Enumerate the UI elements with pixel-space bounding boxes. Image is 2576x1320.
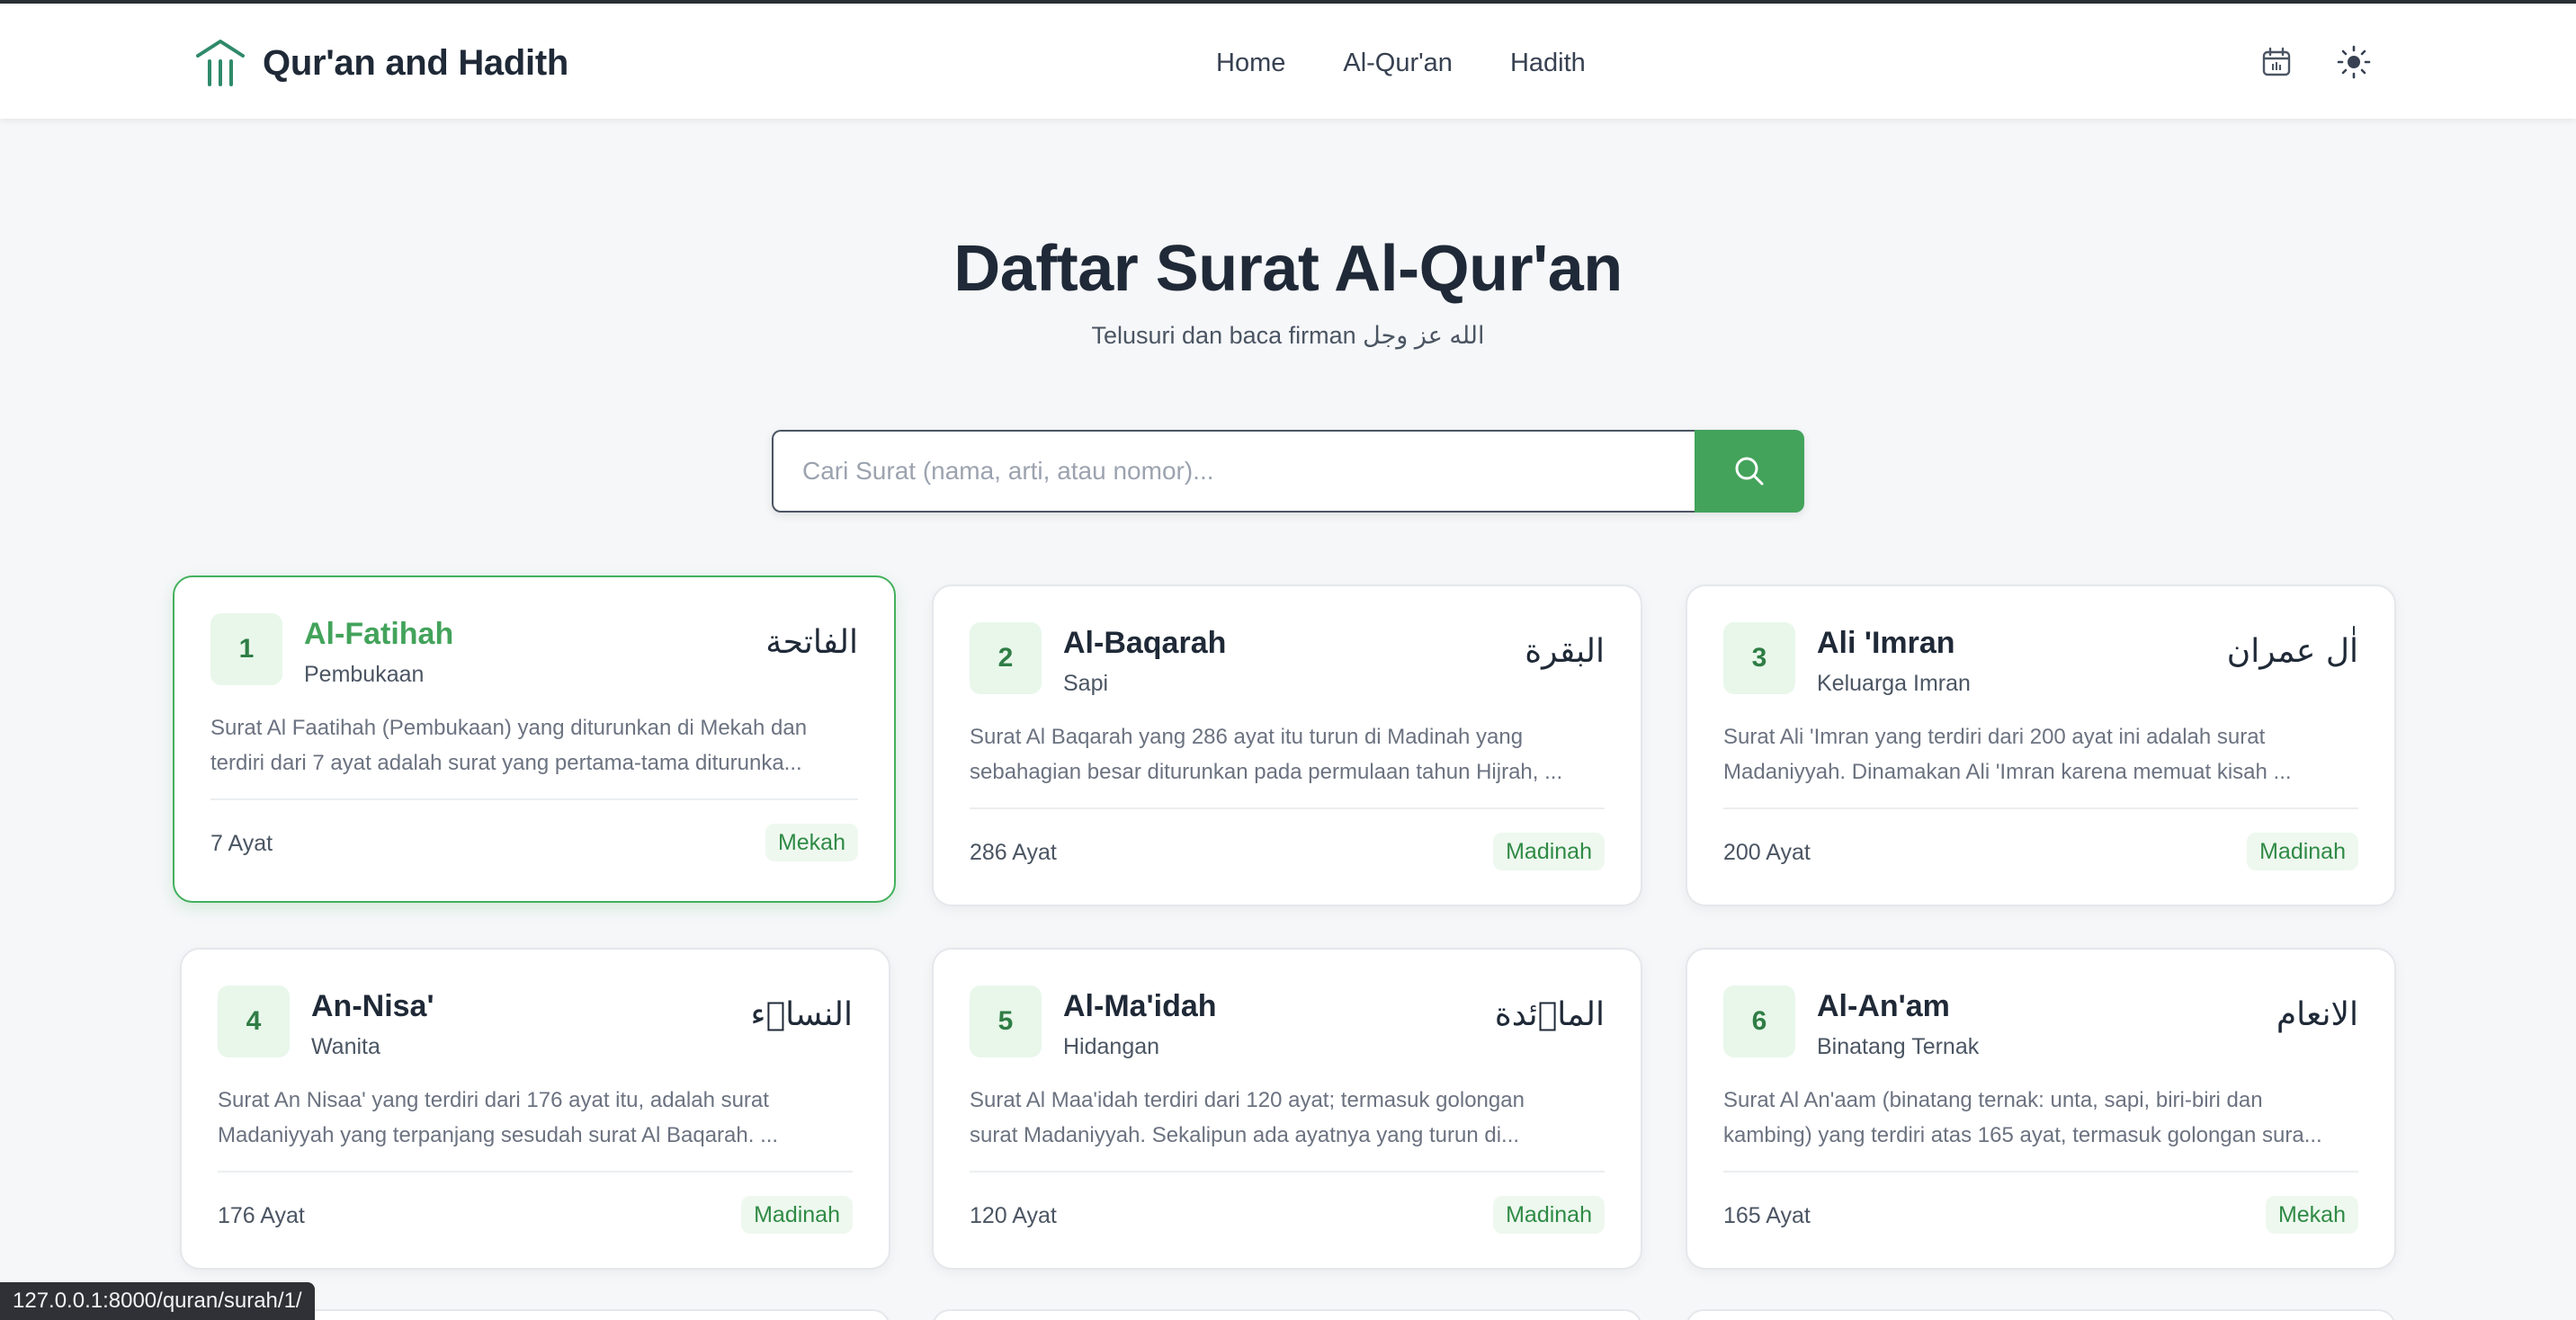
- search-button[interactable]: [1695, 430, 1804, 513]
- surah-number-badge: 2: [970, 622, 1042, 694]
- ayat-count: 120 Ayat: [970, 1203, 1057, 1228]
- surah-name: Al-Baqarah: [1063, 626, 1227, 660]
- revelation-place-badge: Mekah: [2265, 1196, 2358, 1234]
- card-divider: [210, 798, 858, 800]
- surah-description-line: Surat Ali 'Imran yang terdiri dari 200 a…: [1723, 725, 2266, 749]
- surah-description-line: Surat Al Faatihah (Pembukaan) yang ditur…: [210, 716, 808, 740]
- ayat-count: 176 Ayat: [218, 1203, 305, 1228]
- surah-card-peek[interactable]: [1686, 1309, 2396, 1320]
- surah-card[interactable]: 5 Al-Ma'idah Hidangan الماۤئدة Surat Al …: [932, 948, 1642, 1270]
- surah-meaning: Hidangan: [1063, 1034, 1160, 1059]
- revelation-place-badge: Mekah: [765, 824, 858, 861]
- ayat-count: 286 Ayat: [970, 840, 1057, 865]
- revelation-place-badge: Madinah: [1493, 1196, 1605, 1234]
- search-icon: [1735, 457, 1764, 486]
- surah-name: Al-An'am: [1817, 989, 1950, 1023]
- surah-number-badge: 3: [1723, 622, 1795, 694]
- page-title: Daftar Surat Al-Qur'an: [953, 233, 1623, 305]
- search-input[interactable]: [772, 430, 1695, 513]
- app-title: Qur'an and Hadith: [263, 42, 568, 83]
- ayat-count: 165 Ayat: [1723, 1203, 1811, 1228]
- header-actions: [2258, 43, 2373, 81]
- surah-meaning: Keluarga Imran: [1817, 671, 1971, 696]
- surah-number-badge: 6: [1723, 986, 1795, 1057]
- card-divider: [970, 807, 1605, 809]
- surah-number-badge: 5: [970, 986, 1042, 1057]
- surah-meaning: Sapi: [1063, 671, 1109, 696]
- surah-card[interactable]: 6 Al-An'am Binatang Ternak الانعام Surat…: [1686, 948, 2396, 1270]
- theme-toggle-button[interactable]: [2335, 43, 2373, 81]
- surah-name: An-Nisa': [311, 989, 434, 1023]
- surah-description-line: kambing) yang terdiri atas 165 ayat, ter…: [1723, 1123, 2322, 1147]
- surah-name: Al-Ma'idah: [1063, 989, 1217, 1023]
- surah-description: Surat Al Baqarah yang 286 ayat itu turun…: [970, 719, 1605, 789]
- calendar-button[interactable]: [2258, 43, 2295, 81]
- surah-description-line: sebahagian besar diturunkan pada permula…: [970, 760, 1563, 784]
- main-nav: Home Al-Qur'an Hadith: [1216, 43, 1586, 83]
- surah-meaning: Binatang Ternak: [1817, 1034, 1980, 1059]
- search-bar: [772, 430, 1804, 513]
- surah-card[interactable]: 1 Al-Fatihah Pembukaan الفاتحة Surat Al …: [173, 575, 896, 903]
- surah-arabic-name: الفاتحة: [765, 624, 858, 661]
- revelation-place-badge: Madinah: [1493, 833, 1605, 870]
- surah-description: Surat Al An'aam (binatang ternak: unta, …: [1723, 1083, 2358, 1153]
- revelation-place-badge: Madinah: [2247, 833, 2358, 870]
- surah-description-line: Madaniyyah yang terpanjang sesudah surat…: [218, 1123, 779, 1147]
- nav-home[interactable]: Home: [1216, 43, 1285, 83]
- browser-status-url: 127.0.0.1:8000/quran/surah/1/: [0, 1282, 315, 1320]
- ayat-count: 200 Ayat: [1723, 840, 1811, 865]
- surah-description-line: Surat Al An'aam (binatang ternak: unta, …: [1723, 1088, 2263, 1112]
- surah-card[interactable]: 3 Ali 'Imran Keluarga Imran اٰل عمران Su…: [1686, 584, 2396, 906]
- surah-arabic-name: البقرة: [1525, 633, 1605, 670]
- surah-name: Al-Fatihah: [304, 617, 454, 651]
- brand-link[interactable]: Qur'an and Hadith: [194, 36, 568, 90]
- surah-arabic-name: الماۤئدة: [1494, 996, 1605, 1033]
- top-navbar: Qur'an and Hadith Home Al-Qur'an Hadith: [0, 4, 2576, 119]
- nav-al-quran[interactable]: Al-Qur'an: [1343, 43, 1453, 83]
- surah-description-line: Surat An Nisaa' yang terdiri dari 176 ay…: [218, 1088, 769, 1112]
- sun-icon: [2337, 45, 2371, 79]
- surah-description-line: Surat Al Maa'idah terdiri dari 120 ayat;…: [970, 1088, 1525, 1112]
- surah-description-line: terdiri dari 7 ayat adalah surat yang pe…: [210, 751, 802, 775]
- calendar-icon: [2262, 47, 2291, 76]
- page-subtitle: Telusuri dan baca firman الله عز وجل: [1091, 322, 1485, 349]
- revelation-place-badge: Madinah: [741, 1196, 853, 1234]
- card-divider: [1723, 807, 2358, 809]
- card-divider: [1723, 1171, 2358, 1173]
- surah-meaning: Wanita: [311, 1034, 380, 1059]
- surah-description: Surat An Nisaa' yang terdiri dari 176 ay…: [218, 1083, 853, 1153]
- surah-card[interactable]: 4 An-Nisa' Wanita النساۤء Surat An Nisaa…: [180, 948, 890, 1270]
- surah-description-line: Surat Al Baqarah yang 286 ayat itu turun…: [970, 725, 1524, 749]
- surah-name: Ali 'Imran: [1817, 626, 1955, 660]
- surah-description-line: Madaniyyah. Dinamakan Ali 'Imran karena …: [1723, 760, 2292, 784]
- ayat-count: 7 Ayat: [210, 831, 273, 856]
- surah-card[interactable]: 2 Al-Baqarah Sapi البقرة Surat Al Baqara…: [932, 584, 1642, 906]
- surah-arabic-name: الانعام: [2276, 996, 2358, 1033]
- surah-description: Surat Al Maa'idah terdiri dari 120 ayat;…: [970, 1083, 1605, 1153]
- surah-description-line: surat Madaniyyah. Sekalipun ada ayatnya …: [970, 1123, 1520, 1147]
- surah-description: Surat Al Faatihah (Pembukaan) yang ditur…: [210, 710, 858, 780]
- surah-number-badge: 1: [210, 613, 282, 685]
- surah-arabic-name: النساۤء: [750, 996, 853, 1033]
- nav-hadith[interactable]: Hadith: [1510, 43, 1586, 83]
- surah-arabic-name: اٰل عمران: [2226, 633, 2358, 670]
- card-divider: [218, 1171, 853, 1173]
- surah-meaning: Pembukaan: [304, 662, 425, 687]
- surah-description: Surat Ali 'Imran yang terdiri dari 200 a…: [1723, 719, 2358, 789]
- surah-card-peek[interactable]: [932, 1309, 1642, 1320]
- card-divider: [970, 1171, 1605, 1173]
- mosque-logo-icon: [194, 38, 246, 88]
- surah-number-badge: 4: [218, 986, 290, 1057]
